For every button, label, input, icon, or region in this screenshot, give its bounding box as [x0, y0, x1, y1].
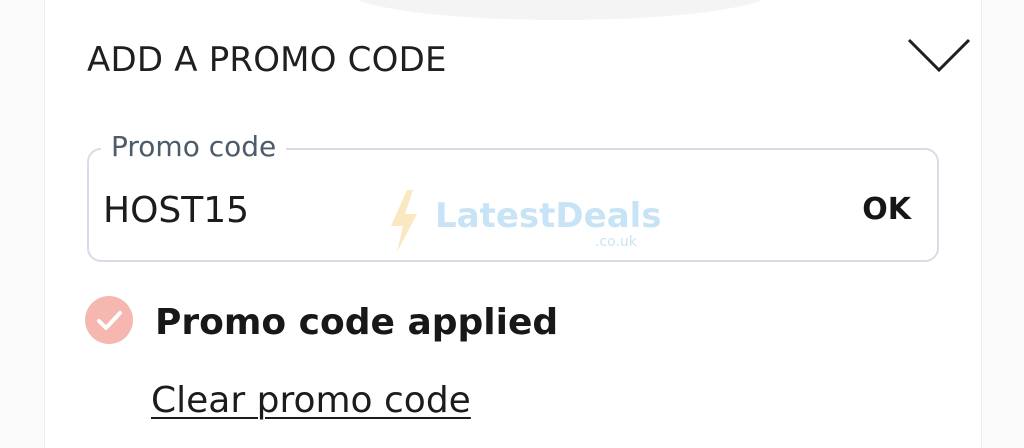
promo-status-text: Promo code applied	[155, 302, 559, 343]
promo-code-input[interactable]: HOST15	[103, 190, 249, 231]
ok-button[interactable]: OK	[862, 192, 911, 227]
promo-accordion-title: ADD A PROMO CODE	[87, 40, 447, 80]
watermark-logo: LatestDeals .co.uk	[389, 190, 662, 254]
promo-accordion-header[interactable]: ADD A PROMO CODE	[87, 36, 971, 86]
watermark-brand: LatestDeals	[435, 196, 662, 236]
page: ADD A PROMO CODE Promo code HOST15 OK La…	[0, 0, 1024, 448]
lightning-icon	[391, 190, 417, 252]
chevron-down-icon[interactable]	[907, 36, 971, 76]
top-shadow	[345, 0, 775, 20]
clear-promo-link[interactable]: Clear promo code	[151, 380, 471, 421]
watermark-domain: .co.uk	[595, 234, 637, 250]
check-circle-icon	[85, 296, 133, 344]
promo-status: Promo code applied	[85, 296, 785, 356]
promo-panel: ADD A PROMO CODE Promo code HOST15 OK La…	[44, 0, 982, 448]
promo-code-label: Promo code	[101, 130, 287, 163]
